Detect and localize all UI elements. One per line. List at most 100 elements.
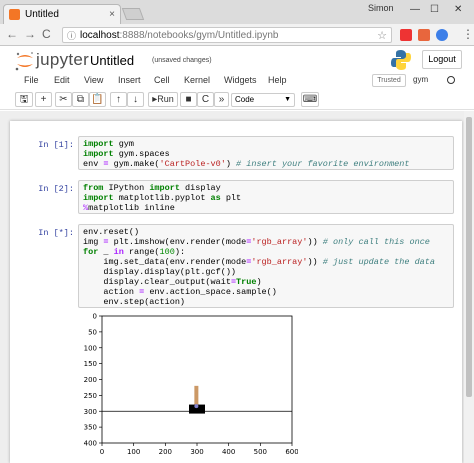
back-icon[interactable]: ← (6, 27, 18, 41)
cell-type-select[interactable]: Code ▼ (231, 93, 295, 107)
y-tick-label: 150 (84, 360, 97, 368)
python-logo-icon (391, 50, 411, 70)
restart-button[interactable]: C (197, 92, 214, 107)
code-line: env.reset() (83, 227, 140, 237)
y-tick-label: 250 (84, 392, 97, 400)
x-tick-label: 600 (285, 448, 298, 456)
run-label: Run (157, 94, 174, 104)
menu-kernel[interactable]: Kernel (184, 75, 210, 85)
tab-close-icon[interactable]: × (109, 9, 115, 20)
kernel-status-icon (447, 76, 455, 84)
cell-type-value: Code (235, 95, 255, 104)
y-tick-label: 50 (88, 328, 97, 336)
interrupt-button[interactable]: ■ (180, 92, 197, 107)
scrollbar-thumb[interactable] (466, 117, 472, 397)
restart-icon: C (201, 94, 210, 105)
arrow-down-icon: ↓ (133, 94, 138, 105)
code-line: action = env.action_space.sample() (83, 287, 277, 297)
chevron-down-icon: ▼ (284, 96, 291, 103)
x-tick-label: 0 (100, 448, 104, 456)
code-line: from IPython import display (83, 183, 221, 193)
reload-icon[interactable]: C (42, 27, 51, 41)
copy-button[interactable]: ⧉ (72, 92, 89, 107)
tab-title: Untitled (25, 9, 59, 20)
plot-frame (101, 315, 293, 444)
stop-icon: ■ (185, 94, 192, 105)
move-down-button[interactable]: ↓ (127, 92, 144, 107)
x-tick-label: 100 (127, 448, 140, 456)
code-line: display.display(plt.gcf()) (83, 267, 237, 277)
restart-run-all-button[interactable]: » (214, 92, 229, 107)
code-cell-input[interactable]: from IPython import display import matplo… (78, 180, 454, 214)
extension-opera-icon[interactable] (400, 29, 412, 41)
code-line: import gym.spaces (83, 149, 170, 159)
browser-menu-icon[interactable]: ⋮ (462, 27, 474, 41)
cell-prompt: In [2]: (38, 184, 74, 194)
jupyter-logo-text: jupyter (36, 50, 90, 69)
menu-insert[interactable]: Insert (118, 75, 141, 85)
browser-user-name[interactable]: Simon (368, 3, 394, 13)
copy-icon: ⧉ (76, 94, 85, 105)
scissors-icon: ✂ (59, 94, 68, 105)
menu-edit[interactable]: Edit (54, 75, 70, 85)
code-cell-input[interactable]: import gym import gym.spaces env = gym.mak… (78, 136, 454, 170)
code-line: env.step(action) (83, 297, 186, 307)
menu-view[interactable]: View (84, 75, 103, 85)
maximize-icon[interactable]: ☐ (430, 4, 439, 15)
new-tab-button[interactable] (121, 8, 145, 20)
url-path: :8888/notebooks/gym/Untitled.ipynb (119, 29, 279, 41)
menu-help[interactable]: Help (268, 75, 287, 85)
axle (194, 404, 199, 409)
move-up-button[interactable]: ↑ (110, 92, 127, 107)
code-line: import matplotlib.pyplot as plt (83, 193, 242, 203)
insert-cell-button[interactable]: + (35, 92, 52, 107)
save-button[interactable]: 🖫 (15, 92, 33, 107)
cut-button[interactable]: ✂ (55, 92, 72, 107)
notebook-name[interactable]: Untitled (90, 53, 134, 68)
jupyter-favicon-icon (9, 9, 20, 20)
forward-icon[interactable]: → (24, 27, 36, 41)
kernel-name: gym (413, 75, 429, 84)
run-button[interactable]: ▸Run (148, 92, 178, 107)
notebook-toolbar: 🖫 + ✂ ⧉ 📋 ↑ ↓ ▸Run ■ C » Code ▼ ⌨ (0, 90, 474, 110)
arrow-up-icon: ↑ (116, 94, 121, 105)
menu-widgets[interactable]: Widgets (224, 75, 257, 85)
y-tick-label: 350 (84, 424, 97, 432)
y-tick-label: 0 (93, 313, 97, 321)
x-tick-label: 500 (254, 448, 267, 456)
code-line: img.set_data(env.render(mode='rgb_array'… (83, 257, 435, 267)
code-line: %matplotlib inline (83, 203, 175, 213)
fast-forward-icon: » (218, 94, 225, 105)
code-cell-input[interactable]: env.reset() img = plt.imshow(env.render(m… (78, 224, 454, 308)
url-field[interactable]: ⓘ localhost :8888/notebooks/gym/Untitled… (62, 27, 392, 43)
extension-globe-icon[interactable] (436, 29, 448, 41)
url-host: localhost (80, 29, 120, 41)
bookmark-star-icon[interactable]: ☆ (377, 29, 387, 42)
save-icon: 🖫 (19, 94, 29, 105)
y-tick-label: 400 (84, 440, 97, 448)
window-close-icon[interactable]: ✕ (454, 4, 462, 15)
menu-cell[interactable]: Cell (154, 75, 170, 85)
jupyter-header: jupyter Untitled (unsaved changes) Logou… (0, 47, 474, 73)
trusted-indicator[interactable]: Trusted (372, 74, 406, 87)
cell-prompt: In [*]: (38, 228, 74, 238)
extension-firefox-icon[interactable] (418, 29, 430, 41)
y-tick-label: 100 (84, 344, 97, 352)
paste-icon: 📋 (91, 94, 104, 105)
keyboard-icon: ⌨ (302, 94, 318, 105)
cell-prompt: In [1]: (38, 140, 74, 150)
code-line: env = gym.make('CartPole-v0') # insert y… (83, 159, 410, 169)
jupyter-logo-icon[interactable] (14, 51, 36, 71)
menu-file[interactable]: File (24, 75, 39, 85)
browser-tab[interactable]: Untitled × (3, 4, 121, 24)
x-tick-label: 300 (190, 448, 203, 456)
x-tick-label: 400 (222, 448, 235, 456)
paste-button[interactable]: 📋 (89, 92, 106, 107)
command-palette-button[interactable]: ⌨ (301, 92, 319, 107)
logout-button[interactable]: Logout (422, 50, 462, 69)
code-line: for _ in range(100): (83, 247, 186, 257)
minimize-icon[interactable]: — (410, 4, 420, 15)
code-line: display.clear_output(wait=True) (83, 277, 262, 287)
x-tick-label: 200 (159, 448, 172, 456)
save-status: (unsaved changes) (152, 57, 212, 64)
